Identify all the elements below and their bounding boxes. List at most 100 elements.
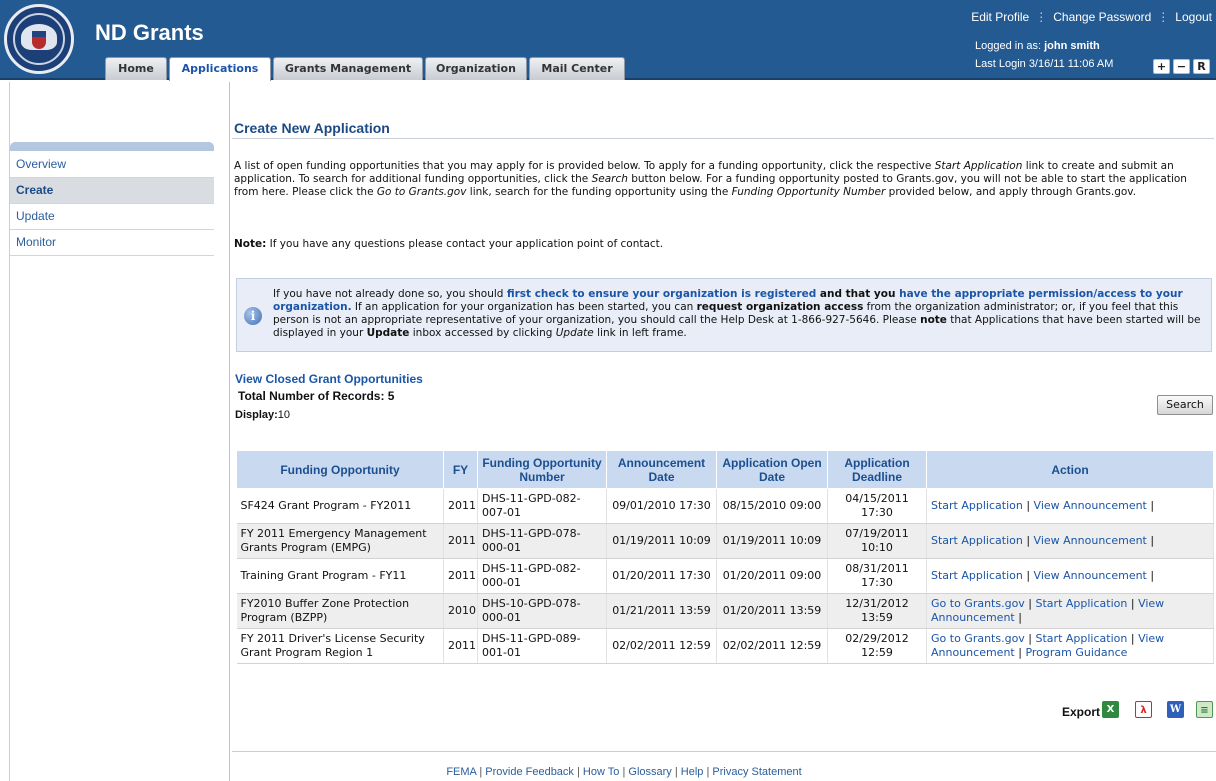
table-row: FY 2011 Emergency Management Grants Prog…: [236, 523, 1214, 559]
table-header-row: Funding Opportunity FY Funding Opportuni…: [236, 450, 1214, 489]
open-date-cell: 01/20/2011 13:59: [716, 593, 828, 629]
main-content: Create New Application A list of open fu…: [232, 82, 1216, 781]
csv-icon[interactable]: ≡: [1196, 701, 1213, 718]
tab-organization[interactable]: Organization: [425, 57, 527, 80]
footer-glossary-link[interactable]: Glossary: [628, 766, 671, 778]
account-links: Edit Profile ⋮ Change Password ⋮ Logout: [971, 10, 1212, 24]
col-fy[interactable]: FY: [443, 450, 478, 489]
sidebar-item-overview[interactable]: Overview: [10, 152, 214, 178]
col-funding-opportunity[interactable]: Funding Opportunity: [236, 450, 444, 489]
funding-opportunities-table: Funding Opportunity FY Funding Opportuni…: [236, 450, 1214, 664]
open-date-cell: 02/02/2011 12:59: [716, 628, 828, 664]
font-reset-button[interactable]: R: [1193, 59, 1210, 74]
table-row: FY 2011 Driver's License Security Grant …: [236, 628, 1214, 664]
table-row: FY2010 Buffer Zone Protection Program (B…: [236, 593, 1214, 629]
footer-provide-feedback-link[interactable]: Provide Feedback: [485, 766, 574, 778]
col-action: Action: [926, 450, 1214, 489]
fy-cell: 2011: [443, 558, 478, 594]
info-text: If you have not already done so, you sho…: [273, 288, 1201, 339]
announcement-date-cell: 09/01/2010 17:30: [606, 488, 717, 524]
action-cell: Start Application | View Announcement |: [926, 523, 1214, 559]
action-cell: Start Application | View Announcement |: [926, 488, 1214, 524]
tab-home[interactable]: Home: [105, 57, 167, 80]
footer-help-link[interactable]: Help: [681, 766, 704, 778]
deadline-cell: 12/31/2012 13:59: [827, 593, 927, 629]
tab-applications[interactable]: Applications: [169, 57, 271, 81]
tab-mail-center[interactable]: Mail Center: [529, 57, 625, 80]
col-announcement-date[interactable]: Announcement Date: [606, 450, 717, 489]
change-password-link[interactable]: Change Password: [1053, 10, 1151, 24]
total-records: Total Number of Records: 5: [238, 389, 395, 403]
export-label: Export :: [1062, 705, 1108, 719]
opportunity-number-cell: DHS-11-GPD-078-000-01: [477, 523, 607, 559]
start-application-link[interactable]: Start Application: [931, 499, 1023, 512]
info-box: i If you have not already done so, you s…: [236, 278, 1212, 352]
sidebar-item-create[interactable]: Create: [10, 178, 214, 204]
fy-cell: 2011: [443, 523, 478, 559]
pdf-icon[interactable]: λ: [1135, 701, 1152, 718]
footer-links: FEMA | Provide Feedback | How To | Gloss…: [446, 766, 802, 778]
title-divider: [232, 138, 1214, 139]
start-application-link[interactable]: Start Application: [931, 569, 1023, 582]
dhs-seal-logo: [4, 4, 74, 74]
announcement-date-cell: 01/21/2011 13:59: [606, 593, 717, 629]
excel-icon[interactable]: X: [1102, 701, 1119, 718]
intro-paragraph: A list of open funding opportunities tha…: [234, 160, 1187, 198]
go-to-grants-gov-link[interactable]: Go to Grants.gov: [931, 632, 1025, 645]
opportunity-name-cell: Training Grant Program - FY11: [236, 558, 444, 594]
col-deadline[interactable]: Application Deadline: [827, 450, 927, 489]
fy-cell: 2010: [443, 593, 478, 629]
check-registration-link[interactable]: first check to ensure your organization …: [507, 288, 816, 300]
view-announcement-link[interactable]: View Announcement: [1034, 569, 1147, 582]
logged-in-info: Logged in as: john smith: [975, 40, 1100, 52]
go-to-grants-gov-link[interactable]: Go to Grants.gov: [931, 597, 1025, 610]
edit-profile-link[interactable]: Edit Profile: [971, 10, 1029, 24]
font-increase-button[interactable]: +: [1153, 59, 1170, 74]
footer-privacy-statement-link[interactable]: Privacy Statement: [712, 766, 801, 778]
note-text: Note: If you have any questions please c…: [234, 238, 664, 250]
table-row: Training Grant Program - FY11 2011 DHS-11-…: [236, 558, 1214, 594]
logged-in-label: Logged in as:: [975, 40, 1042, 52]
header-bar: ND Grants Home Applications Grants Manag…: [0, 0, 1216, 81]
font-decrease-button[interactable]: −: [1173, 59, 1190, 74]
deadline-cell: 08/31/2011 17:30: [827, 558, 927, 594]
action-cell: Go to Grants.gov | Start Application | V…: [926, 628, 1214, 664]
sidebar-item-monitor[interactable]: Monitor: [10, 230, 214, 256]
view-announcement-link[interactable]: View Announcement: [1034, 534, 1147, 547]
table-row: SF424 Grant Program - FY2011 2011 DHS-11-G…: [236, 488, 1214, 524]
footer-fema-link[interactable]: FEMA: [446, 766, 476, 778]
view-closed-opportunities-link[interactable]: View Closed Grant Opportunities: [235, 372, 423, 386]
word-icon[interactable]: W: [1167, 701, 1184, 718]
footer-how-to-link[interactable]: How To: [583, 766, 619, 778]
open-date-cell: 01/19/2011 10:09: [716, 523, 828, 559]
col-opportunity-number[interactable]: Funding Opportunity Number: [477, 450, 607, 489]
user-name: john smith: [1044, 40, 1100, 52]
tab-grants-management[interactable]: Grants Management: [273, 57, 423, 80]
start-application-link[interactable]: Start Application: [1036, 632, 1128, 645]
opportunity-name-cell: FY2010 Buffer Zone Protection Program (B…: [236, 593, 444, 629]
fy-cell: 2011: [443, 488, 478, 524]
fy-cell: 2011: [443, 628, 478, 664]
sidebar: Overview Create Update Monitor: [0, 82, 230, 781]
opportunity-name-cell: FY 2011 Emergency Management Grants Prog…: [236, 523, 444, 559]
start-application-link[interactable]: Start Application: [931, 534, 1023, 547]
col-open-date[interactable]: Application Open Date: [716, 450, 828, 489]
app-title: ND Grants: [95, 20, 204, 45]
last-login: Last Login 3/16/11 11:06 AM: [975, 58, 1114, 70]
display-count: Display:10: [235, 409, 291, 421]
opportunity-number-cell: DHS-11-GPD-089-001-01: [477, 628, 607, 664]
action-cell: Start Application | View Announcement |: [926, 558, 1214, 594]
open-date-cell: 08/15/2010 09:00: [716, 488, 828, 524]
sidebar-item-update[interactable]: Update: [10, 204, 214, 230]
sidebar-header-tab: [10, 142, 214, 151]
search-button[interactable]: Search: [1157, 395, 1213, 415]
opportunity-number-cell: DHS-10-GPD-078-000-01: [477, 593, 607, 629]
program-guidance-link[interactable]: Program Guidance: [1025, 646, 1127, 659]
view-announcement-link[interactable]: View Announcement: [1034, 499, 1147, 512]
announcement-date-cell: 02/02/2011 12:59: [606, 628, 717, 664]
opportunity-name-cell: SF424 Grant Program - FY2011: [236, 488, 444, 524]
open-date-cell: 01/20/2011 09:00: [716, 558, 828, 594]
opportunity-number-cell: DHS-11-GPD-082-007-01: [477, 488, 607, 524]
start-application-link[interactable]: Start Application: [1036, 597, 1128, 610]
logout-link[interactable]: Logout: [1175, 10, 1212, 24]
